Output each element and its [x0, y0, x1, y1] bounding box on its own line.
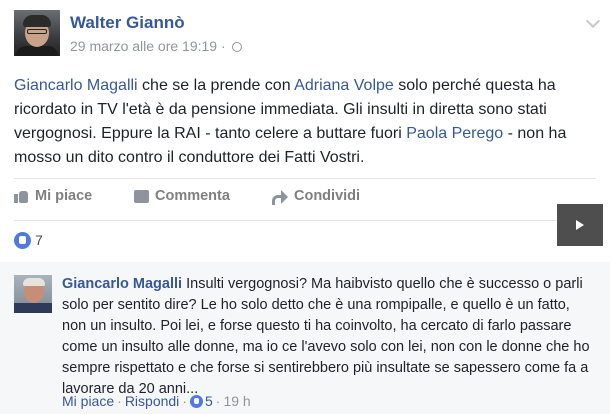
- post-header: Walter Giannò 29 marzo alle ore 19:19 ·: [14, 10, 604, 64]
- post-meta[interactable]: 29 marzo alle ore 19:19 ·: [70, 38, 242, 54]
- comment-like-button[interactable]: Mi piace: [62, 393, 114, 409]
- comment-section: Giancarlo Magalli Insulti vergognosi? Ma…: [0, 262, 610, 414]
- comment-button[interactable]: Commenta: [134, 188, 230, 204]
- commenter-avatar[interactable]: [14, 275, 52, 313]
- post-text: che se la prende con: [137, 77, 295, 94]
- comment-like-count[interactable]: 5: [205, 393, 213, 409]
- comment-label: Commenta: [155, 188, 230, 204]
- comment-actions: Mi piace · Rispondi · 5 · 19 h: [62, 393, 251, 409]
- like-button[interactable]: Mi piace: [14, 188, 92, 204]
- like-icon: [14, 189, 29, 203]
- post-timestamp[interactable]: 29 marzo alle ore 19:19 ·: [70, 38, 226, 54]
- mention-link[interactable]: Paola Perego: [406, 125, 503, 142]
- share-icon: [272, 190, 288, 205]
- mention-link[interactable]: Giancarlo Magalli: [14, 77, 138, 94]
- reactions-summary[interactable]: 7: [14, 232, 43, 249]
- comment-reply-button[interactable]: Rispondi: [125, 393, 179, 409]
- post-body: Giancarlo Magalli che se la prende con A…: [14, 74, 604, 170]
- like-label: Mi piace: [35, 188, 93, 204]
- mention-link[interactable]: Adriana Volpe: [294, 77, 394, 94]
- play-icon[interactable]: [557, 204, 603, 246]
- share-button[interactable]: Condividi: [272, 188, 361, 205]
- globe-icon: [231, 42, 242, 52]
- reaction-count: 7: [35, 232, 43, 248]
- divider: [14, 178, 596, 179]
- divider: [14, 220, 596, 221]
- comment-body: Giancarlo Magalli Insulti vergognosi? Ma…: [62, 274, 592, 400]
- comment-text: Insulti vergognosi? Ma haibvisto quello …: [62, 276, 590, 397]
- chevron-down-icon[interactable]: [585, 13, 601, 29]
- author-avatar[interactable]: [14, 10, 60, 56]
- like-reaction-icon: [189, 395, 203, 408]
- comment-timestamp[interactable]: 19 h: [223, 393, 250, 409]
- comment-icon: [134, 190, 149, 203]
- share-label: Condividi: [294, 188, 361, 204]
- comment-author[interactable]: Giancarlo Magalli: [62, 276, 182, 292]
- post-author-name[interactable]: Walter Giannò: [70, 13, 185, 33]
- like-reaction-icon: [14, 232, 31, 249]
